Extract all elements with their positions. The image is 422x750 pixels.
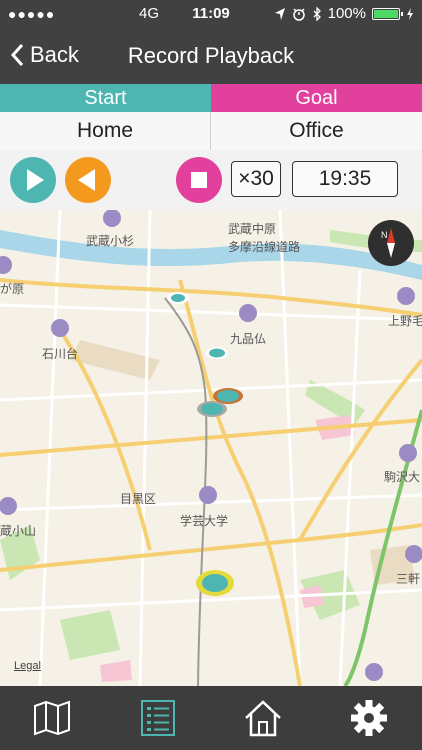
map-label: 上野毛 xyxy=(388,314,422,328)
tab-bar xyxy=(0,686,422,750)
playback-time: 19:35 xyxy=(292,161,398,197)
route-places: Home Office xyxy=(0,112,422,150)
playback-controls: ×30 19:35 xyxy=(0,150,422,210)
play-icon xyxy=(27,169,44,191)
status-bar: ●●●●● 4G 11:09 100% xyxy=(0,0,422,28)
compass-button[interactable]: N xyxy=(368,220,414,266)
alarm-icon xyxy=(292,7,305,21)
map-label: 駒沢大 xyxy=(384,470,421,484)
tab-list[interactable] xyxy=(138,698,178,738)
goal-place: Office xyxy=(289,119,344,142)
map-view[interactable]: 武蔵小杉 武蔵中原 多摩沿線道路 が原 上野毛 九品仏 石川台 駒沢大 目黒区 … xyxy=(0,210,422,686)
page-title: Record Playback xyxy=(127,43,295,68)
map-label: 武蔵中原 xyxy=(228,222,277,236)
map-label: 武蔵小杉 xyxy=(86,234,135,248)
rewind-icon xyxy=(78,169,95,191)
status-right: 100% xyxy=(274,5,414,22)
tab-map[interactable] xyxy=(32,698,72,738)
compass-letter: N xyxy=(381,230,388,240)
play-button[interactable] xyxy=(10,157,56,203)
battery-percent: 100% xyxy=(327,5,366,22)
list-icon xyxy=(141,700,175,736)
stop-icon xyxy=(191,172,207,188)
map-label: 石川台 xyxy=(42,347,79,361)
charging-icon xyxy=(407,7,413,20)
speed-button[interactable]: ×30 xyxy=(231,161,281,197)
map-label: 学芸大学 xyxy=(180,514,229,528)
navigation-bar: Back Record Playback xyxy=(0,28,422,84)
map-icon xyxy=(34,700,70,736)
home-icon xyxy=(245,700,281,737)
rewind-button[interactable] xyxy=(65,157,111,203)
start-place: Home xyxy=(0,112,211,150)
gear-icon xyxy=(351,700,387,736)
bluetooth-icon xyxy=(313,6,321,21)
map-label: が原 xyxy=(0,282,25,296)
compass-icon: N xyxy=(381,228,395,258)
location-arrow-icon xyxy=(274,7,285,20)
tab-home[interactable] xyxy=(243,698,283,738)
route-header: Start Goal xyxy=(0,84,422,112)
map-label: 蔵小山 xyxy=(0,524,37,538)
map-label: 多摩沿線道路 xyxy=(228,240,301,254)
battery-icon xyxy=(372,7,403,20)
start-header: Start xyxy=(0,84,211,112)
map-roads xyxy=(0,210,422,686)
map-label: 目黒区 xyxy=(120,492,157,506)
map-label: 三軒 xyxy=(396,572,421,586)
tab-settings[interactable] xyxy=(349,698,389,738)
goal-header: Goal xyxy=(211,84,422,112)
map-label: 九品仏 xyxy=(230,332,267,346)
legal-link[interactable]: Legal xyxy=(14,660,41,672)
stop-button[interactable] xyxy=(176,157,222,203)
